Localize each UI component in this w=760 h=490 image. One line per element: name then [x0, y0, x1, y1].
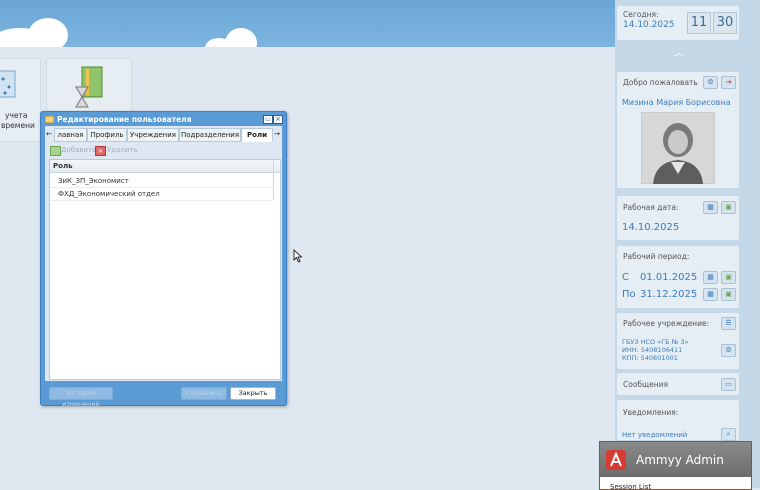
tab-scroll-right-icon[interactable]: →: [273, 128, 281, 140]
today-date: 14.10.2025: [623, 20, 675, 30]
notifications-label: Уведомления:: [623, 408, 679, 417]
chat-icon[interactable]: ▭: [721, 378, 736, 391]
role-name: ЗиК_ЗП_Экономист: [58, 177, 129, 185]
tile-label-line2: времени: [1, 121, 35, 130]
today-block: Сегодня: 14.10.2025 11 30: [617, 6, 739, 40]
institution-block: Рабочее учреждение: ☰ ГБУЗ НСО «ГБ № 3» …: [617, 313, 739, 369]
table-row[interactable]: ЗиК_ЗП_Экономист: [50, 175, 273, 188]
calendar-user-icon[interactable]: ▣: [721, 201, 736, 214]
workdate-value: 14.10.2025: [622, 222, 680, 233]
close-button[interactable]: Закрыть: [230, 387, 276, 400]
document-tile[interactable]: [46, 58, 132, 112]
calendar-user-icon[interactable]: ▣: [721, 271, 736, 284]
institution-inn: ИНН: 5408106411: [622, 346, 683, 354]
notifications-value: Нет уведомлений: [622, 431, 688, 439]
tab-main[interactable]: лавная: [54, 128, 87, 142]
institution-label: Рабочее учреждение:: [623, 319, 710, 328]
mouse-cursor-icon: [293, 249, 303, 263]
settings-icon[interactable]: ⚙: [721, 344, 736, 357]
delete-icon: ×: [95, 146, 106, 156]
user-name: Мизина Мария Борисовна: [622, 98, 731, 107]
ammyy-logo-icon: [606, 450, 626, 470]
column-divider: [273, 160, 274, 200]
ammyy-session-list[interactable]: Session List: [610, 483, 651, 489]
delete-button[interactable]: Удалить: [107, 146, 138, 154]
tab-institutions[interactable]: Учреждения: [127, 128, 179, 142]
maximize-icon[interactable]: ▭: [263, 115, 273, 124]
list-icon[interactable]: ☰: [721, 317, 736, 330]
tab-scroll-left-icon[interactable]: ←: [45, 128, 53, 140]
calendar-user-icon[interactable]: ▣: [721, 288, 736, 301]
column-role[interactable]: Роль: [50, 162, 73, 170]
notifications-block: Уведомления: Нет уведомлений ⌕: [617, 400, 739, 441]
institution-kpp: КПП: 540801001: [622, 354, 678, 362]
right-panel: Сегодня: 14.10.2025 11 30 ︿ Добро пожало…: [615, 0, 760, 488]
ammyy-title: Ammyy Admin: [636, 453, 724, 467]
map-icon: [0, 70, 16, 98]
messages-block: Сообщения ▭: [617, 373, 739, 395]
grid-header: Роль: [50, 160, 280, 173]
workdate-block: Рабочая дата: ▦ ▣ 14.10.2025: [617, 196, 739, 240]
messages-label: Сообщения: [623, 380, 669, 389]
tab-departments[interactable]: Подразделения: [179, 128, 241, 142]
period-label: Рабочий период:: [623, 252, 690, 261]
period-from: 01.01.2025: [640, 272, 698, 283]
calendar-icon[interactable]: ▦: [703, 201, 718, 214]
dialog-body: ← лавная Профиль Учреждения Подразделени…: [45, 126, 282, 381]
close-icon[interactable]: ×: [273, 115, 283, 124]
settings-icon[interactable]: ⚙: [703, 76, 718, 89]
collapse-chevron-icon[interactable]: ︿: [673, 49, 685, 59]
search-icon[interactable]: ⌕: [721, 428, 736, 441]
calendar-icon[interactable]: ▦: [703, 271, 718, 284]
table-row[interactable]: ФХД_Экономический отдел: [50, 188, 273, 201]
tab-roles[interactable]: Роли: [241, 128, 273, 142]
clock-minutes: 30: [713, 12, 737, 34]
workdate-label: Рабочая дата:: [623, 203, 679, 212]
period-from-prefix: С: [622, 272, 629, 283]
avatar: [641, 112, 715, 184]
top-banner: [0, 0, 615, 58]
period-block: Рабочий период: С 01.01.2025 По 31.12.20…: [617, 246, 739, 308]
edit-user-dialog: Редактирование пользователя ▭ × ← лавная…: [40, 111, 287, 408]
institution-name: ГБУЗ НСО «ГБ № 3»: [622, 338, 689, 346]
clock-hours: 11: [687, 12, 711, 34]
calendar-icon[interactable]: ▦: [703, 288, 718, 301]
save-button[interactable]: Сохранить: [181, 387, 227, 400]
period-to: 31.12.2025: [640, 289, 698, 300]
ammyy-admin-window: Ammyy Admin Session List: [599, 441, 752, 490]
ammyy-header: Ammyy Admin: [600, 442, 751, 477]
welcome-block: Добро пожаловать ⚙ ⇥ Мизина Мария Борисо…: [617, 72, 739, 188]
history-button[interactable]: История изменений: [49, 387, 113, 408]
logout-icon[interactable]: ⇥: [721, 76, 736, 89]
dialog-footer: История изменений Сохранить Закрыть: [45, 383, 282, 408]
add-button[interactable]: Добавить: [61, 146, 96, 154]
tab-profile[interactable]: Профиль: [87, 128, 127, 142]
add-icon: [50, 146, 61, 156]
book-hourglass-icon: [75, 66, 103, 108]
welcome-label: Добро пожаловать: [623, 78, 698, 87]
roles-grid: Роль ЗиК_ЗП_Экономист ФХД_Экономический …: [49, 159, 281, 380]
user-edit-icon: [45, 115, 54, 124]
today-label: Сегодня:: [623, 10, 659, 19]
role-name: ФХД_Экономический отдел: [58, 190, 160, 198]
period-to-prefix: По: [622, 289, 636, 300]
dialog-title: Редактирование пользователя: [57, 115, 192, 124]
tile-label-line1: учета: [5, 111, 28, 120]
time-tracking-tile[interactable]: учета времени: [0, 58, 41, 142]
